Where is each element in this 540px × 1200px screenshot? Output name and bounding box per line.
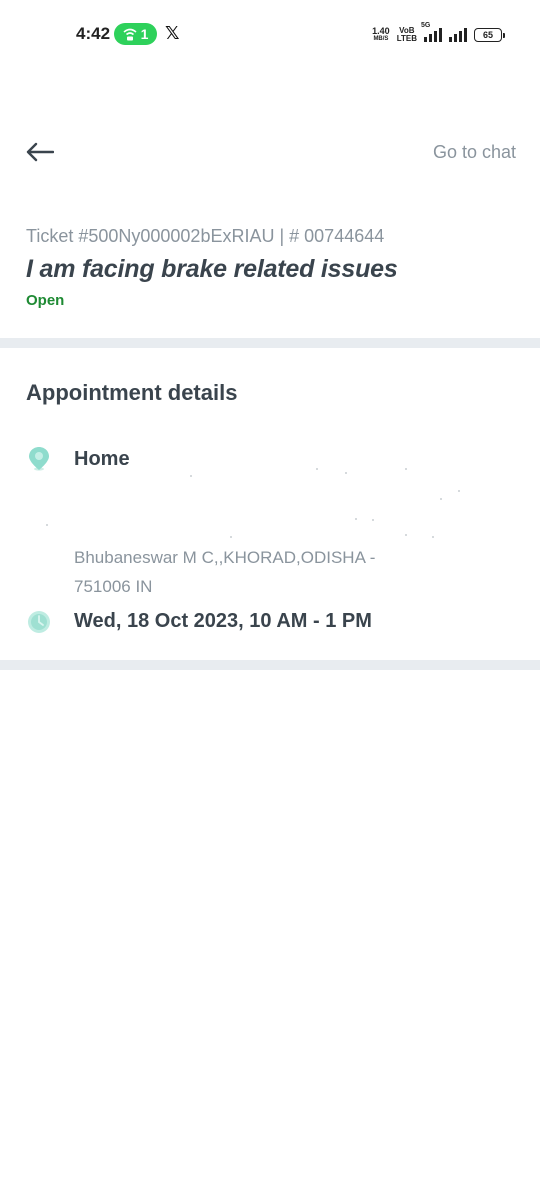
appointment-time-slot: Wed, 18 Oct 2023, 10 AM - 1 PM: [74, 610, 372, 632]
network-speed-value: 1.40: [372, 26, 390, 36]
x-app-icon: 𝕏: [165, 23, 180, 43]
map-pin-icon: [27, 446, 51, 472]
ticket-title: I am facing brake related issues: [26, 255, 398, 283]
section-divider: [0, 338, 540, 348]
battery-level: 65: [482, 30, 493, 40]
hotspot-icon: [123, 28, 137, 40]
address-text: Bhubaneswar M C,,KHORAD,ODISHA - 751006 …: [74, 543, 474, 601]
status-indicators: 1.40 MB/S VoB LTEB 5G 65: [372, 22, 505, 46]
battery-icon: 65: [474, 28, 505, 42]
network-tag: 5G: [421, 22, 431, 29]
status-time: 4:42: [76, 24, 111, 43]
network-speed-unit: MB/S: [373, 36, 389, 42]
volte-indicator: VoB LTEB: [397, 27, 417, 43]
hotspot-pill[interactable]: 1: [114, 23, 157, 45]
ticket-summary: Ticket #500Ny000002bExRIAU | # 00744644 …: [26, 226, 526, 309]
ticket-status: Open: [26, 292, 65, 309]
section-divider-bottom: [0, 660, 540, 670]
app-bar: Go to chat: [0, 130, 540, 174]
clock-icon: [27, 610, 51, 636]
go-to-chat-link[interactable]: Go to chat: [433, 142, 516, 163]
address-line-2: 751006 IN: [74, 577, 153, 596]
network-speed: 1.40 MB/S: [372, 27, 390, 43]
back-button[interactable]: [26, 138, 56, 166]
appointment-section-title: Appointment details: [26, 380, 238, 405]
volte-bottom: LTEB: [396, 34, 417, 43]
hotspot-count: 1: [140, 26, 149, 42]
location-label: Home: [74, 448, 130, 470]
ticket-id: Ticket #500Ny000002bExRIAU | # 00744644: [26, 226, 385, 246]
signal-icon: [449, 28, 467, 42]
status-bar: 4:42 1 𝕏 1.40 MB/S VoB LTEB 5G 65: [0, 0, 540, 68]
arrow-left-icon: [26, 142, 54, 162]
address-line-1: Bhubaneswar M C,,KHORAD,ODISHA -: [74, 548, 376, 567]
signal-5g-icon: 5G: [421, 22, 442, 42]
